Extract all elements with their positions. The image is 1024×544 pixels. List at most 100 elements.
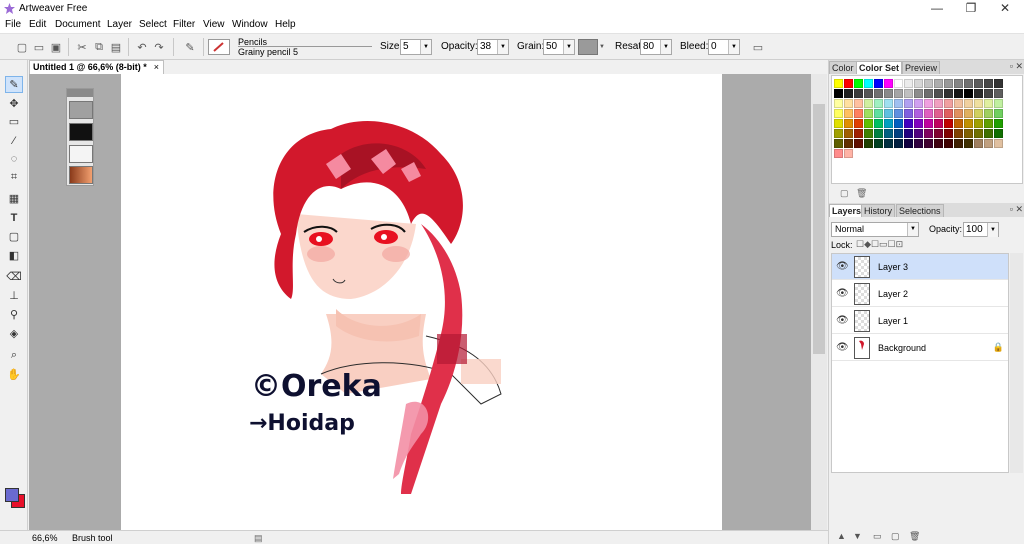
- menu-edit[interactable]: Edit: [29, 19, 46, 30]
- palette-handle[interactable]: [67, 89, 93, 97]
- color-swatch[interactable]: [834, 89, 843, 98]
- close-button[interactable]: ✕: [988, 0, 1022, 17]
- color-swatch[interactable]: [914, 129, 923, 138]
- color-swatch[interactable]: [924, 79, 933, 88]
- color-swatch[interactable]: [854, 129, 863, 138]
- color-swatch[interactable]: [914, 119, 923, 128]
- nozzle-slot[interactable]: [69, 145, 93, 163]
- color-swatch[interactable]: [834, 79, 843, 88]
- color-swatch[interactable]: [944, 119, 953, 128]
- layer-row[interactable]: 👁 Layer 2: [832, 281, 1008, 307]
- menu-document[interactable]: Document: [55, 19, 101, 30]
- color-swatch[interactable]: [924, 99, 933, 108]
- grain-input[interactable]: 50 ▼: [543, 39, 575, 55]
- color-swatch[interactable]: [844, 109, 853, 118]
- canvas-vertical-scrollbar[interactable]: [811, 74, 827, 530]
- move-up-icon[interactable]: ▲: [837, 531, 846, 541]
- color-swatch[interactable]: [894, 109, 903, 118]
- color-swatch[interactable]: [944, 79, 953, 88]
- color-swatch[interactable]: [924, 89, 933, 98]
- color-swatch[interactable]: [974, 119, 983, 128]
- color-swatch[interactable]: [904, 119, 913, 128]
- pattern-slot[interactable]: [69, 123, 93, 141]
- color-swatch[interactable]: [844, 139, 853, 148]
- copy-icon[interactable]: ⧉: [91, 39, 107, 55]
- color-swatch[interactable]: [864, 139, 873, 148]
- color-swatch[interactable]: [894, 99, 903, 108]
- layer-row[interactable]: 👁 Layer 3: [832, 254, 1008, 280]
- color-swatch[interactable]: [904, 79, 913, 88]
- color-swatch[interactable]: [974, 139, 983, 148]
- color-swatch[interactable]: [974, 109, 983, 118]
- color-swatch[interactable]: [904, 89, 913, 98]
- color-swatch[interactable]: [914, 89, 923, 98]
- tab-history[interactable]: History: [861, 204, 896, 217]
- dropdown-arrow-icon[interactable]: ▼: [907, 223, 918, 236]
- minimize-button[interactable]: —: [920, 0, 954, 17]
- delete-swatch-icon[interactable]: 🗑: [856, 188, 867, 199]
- color-swatch[interactable]: [864, 89, 873, 98]
- stamp-icon[interactable]: ⊥: [5, 287, 23, 304]
- color-swatch[interactable]: [844, 129, 853, 138]
- color-swatch[interactable]: [884, 129, 893, 138]
- color-swatch[interactable]: [934, 79, 943, 88]
- color-swatch[interactable]: [904, 139, 913, 148]
- texture-slot[interactable]: [69, 101, 93, 119]
- layer-row[interactable]: 👁 Layer 1: [832, 308, 1008, 334]
- new-folder-icon[interactable]: ▭: [873, 531, 882, 542]
- gradient-tool-icon[interactable]: ◧: [5, 247, 23, 264]
- color-swatch[interactable]: [954, 89, 963, 98]
- text-tool-icon[interactable]: T: [5, 209, 23, 226]
- redo-icon[interactable]: ↷: [151, 39, 167, 55]
- color-swatch[interactable]: [964, 109, 973, 118]
- color-swatch[interactable]: [944, 99, 953, 108]
- color-swatch[interactable]: [994, 129, 1003, 138]
- color-swatch[interactable]: [874, 129, 883, 138]
- color-swatch[interactable]: [944, 139, 953, 148]
- color-swatch[interactable]: [844, 119, 853, 128]
- menu-view[interactable]: View: [203, 19, 225, 30]
- color-swatch[interactable]: [984, 109, 993, 118]
- dropdown-arrow-icon[interactable]: ▼: [987, 223, 998, 237]
- color-swatch[interactable]: [844, 149, 853, 158]
- tab-layers[interactable]: Layers: [829, 204, 865, 217]
- menu-select[interactable]: Select: [139, 19, 167, 30]
- color-swatch[interactable]: [914, 109, 923, 118]
- color-swatch[interactable]: [834, 129, 843, 138]
- color-swatch[interactable]: [954, 79, 963, 88]
- visibility-eye-icon[interactable]: 👁: [836, 288, 849, 300]
- color-swatch[interactable]: [964, 119, 973, 128]
- color-swatch[interactable]: [864, 79, 873, 88]
- lock-options-icon[interactable]: ☐◆☐▭☐⊡: [856, 239, 903, 250]
- color-swatch[interactable]: [954, 139, 963, 148]
- eraser-icon[interactable]: ⌫: [5, 268, 23, 285]
- color-swatch[interactable]: [934, 99, 943, 108]
- fill-bucket-icon[interactable]: ◈: [5, 325, 23, 342]
- color-swatch[interactable]: [954, 119, 963, 128]
- color-swatch[interactable]: [964, 89, 973, 98]
- zoom-icon[interactable]: ⌕: [5, 347, 23, 364]
- color-swatch[interactable]: [854, 89, 863, 98]
- brush-preset-picker[interactable]: [208, 39, 230, 55]
- color-swatch[interactable]: [954, 129, 963, 138]
- visibility-eye-icon[interactable]: 👁: [836, 261, 849, 273]
- color-swatch[interactable]: [984, 79, 993, 88]
- color-swatch[interactable]: [974, 129, 983, 138]
- new-document-icon[interactable]: ▢: [14, 39, 30, 55]
- color-swatch[interactable]: [964, 139, 973, 148]
- color-swatch[interactable]: [984, 129, 993, 138]
- eyedropper-icon[interactable]: ⚲: [5, 306, 23, 323]
- color-swatch[interactable]: [904, 129, 913, 138]
- color-swatch[interactable]: [874, 89, 883, 98]
- move-down-icon[interactable]: ▼: [853, 531, 862, 541]
- save-icon[interactable]: ▣: [48, 39, 64, 55]
- color-swatch[interactable]: [944, 109, 953, 118]
- dropdown-arrow-icon[interactable]: ▼: [728, 40, 739, 54]
- color-swatch[interactable]: [864, 129, 873, 138]
- rectangle-select-icon[interactable]: ▭: [5, 113, 23, 130]
- color-swatch[interactable]: [894, 139, 903, 148]
- color-swatch[interactable]: [954, 109, 963, 118]
- color-swatch[interactable]: [954, 99, 963, 108]
- new-layer-icon[interactable]: ▢: [891, 531, 900, 542]
- layer-row[interactable]: 👁 Background 🔒: [832, 335, 1008, 361]
